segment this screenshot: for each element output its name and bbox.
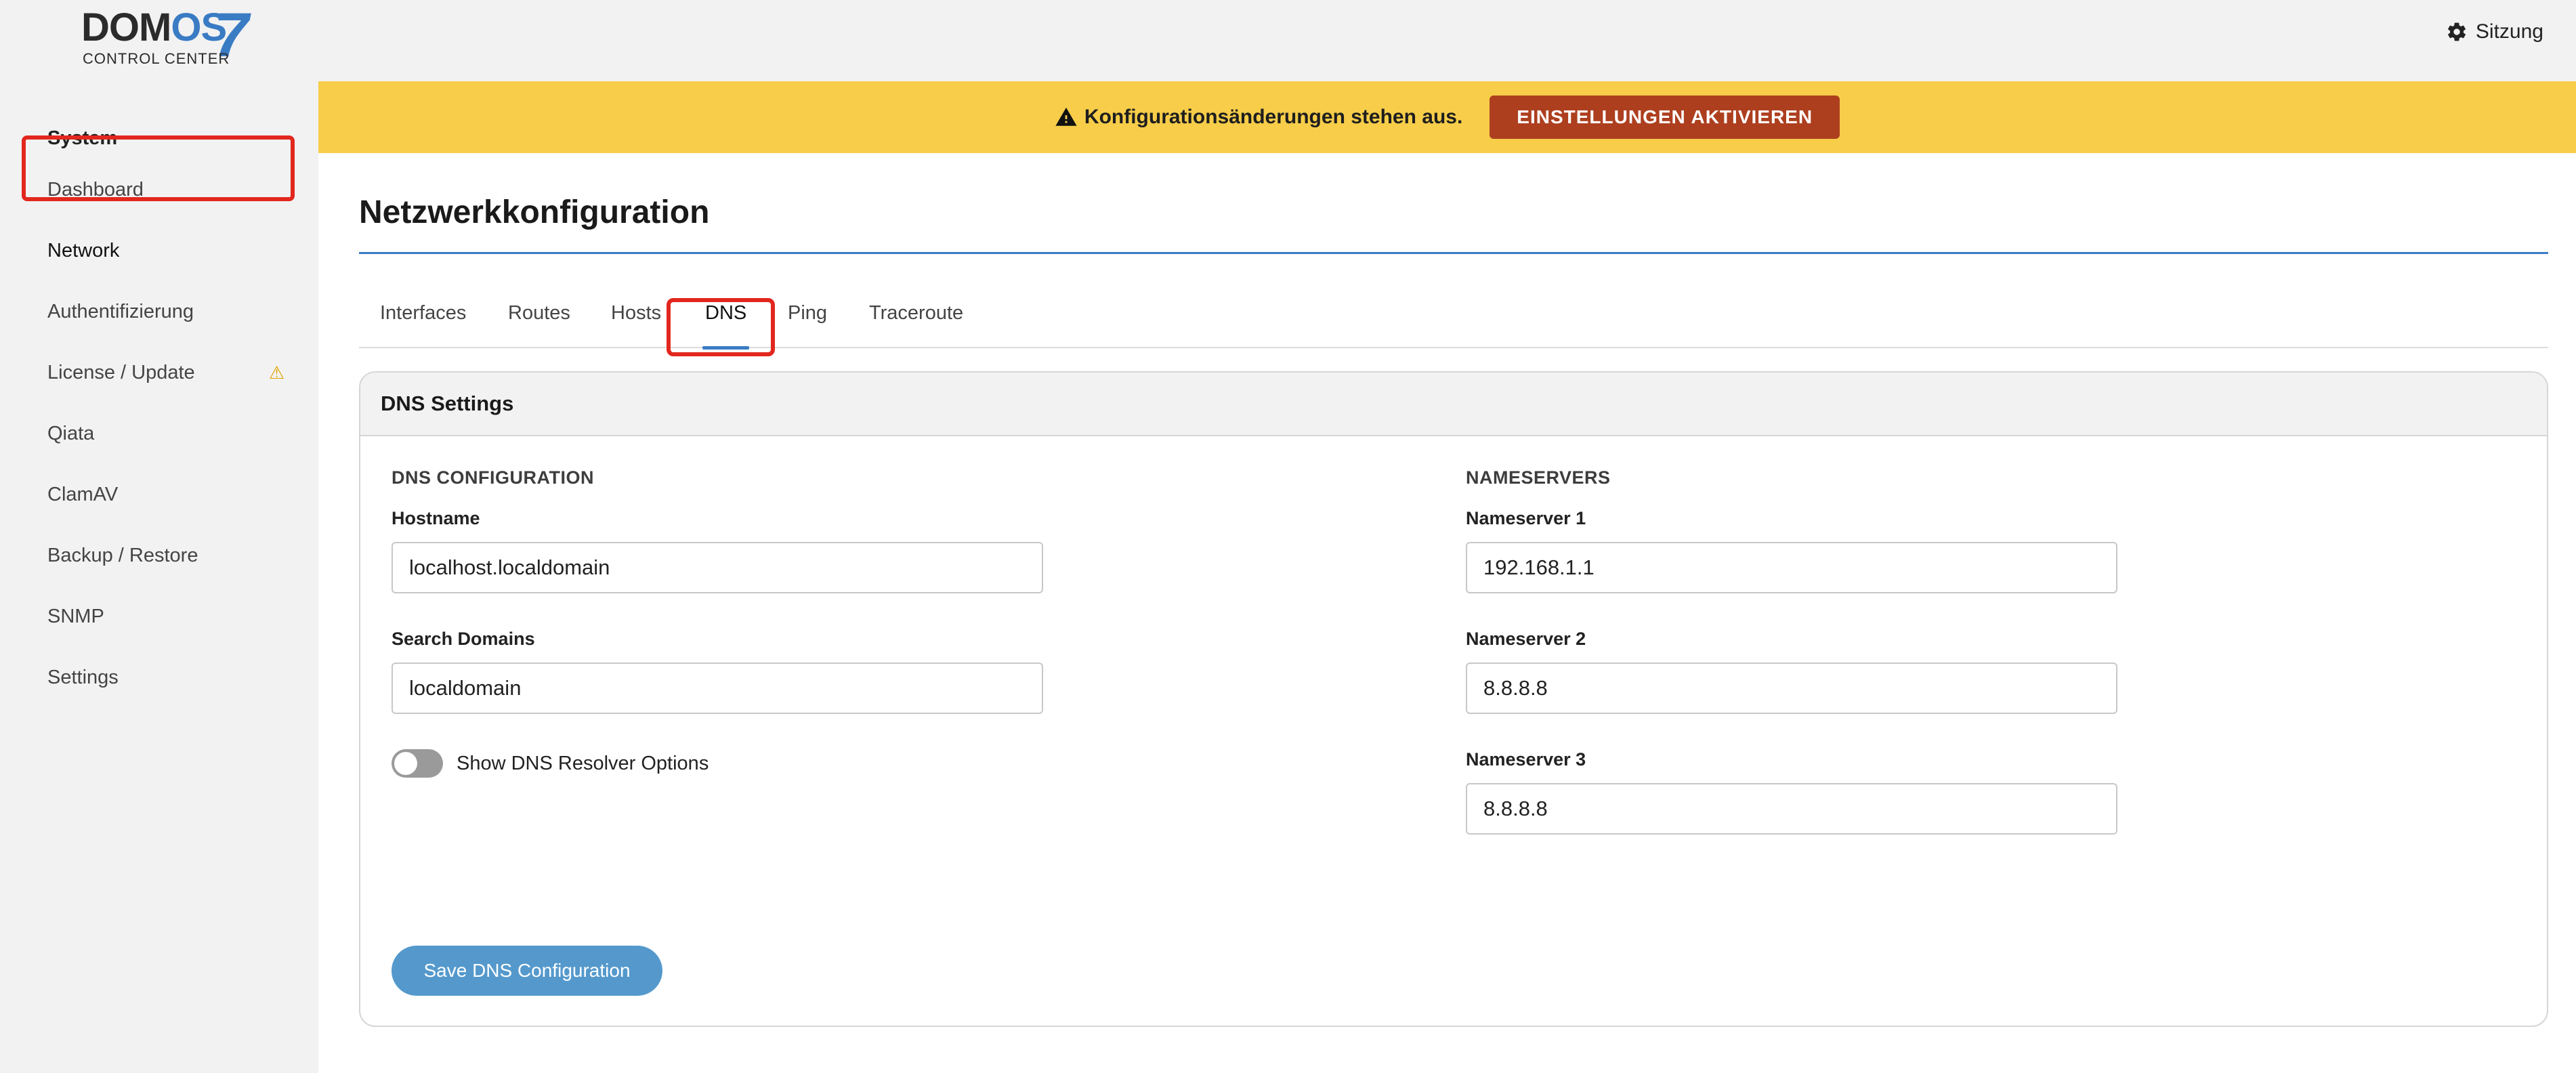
- sidebar-item-license-update[interactable]: License / Update ⚠: [47, 352, 298, 393]
- sidebar-item-clamav[interactable]: ClamAV: [47, 474, 298, 515]
- logo-subtitle: CONTROL CENTER: [83, 50, 230, 67]
- dns-settings-card: DNS Settings DNS CONFIGURATION Hostname …: [359, 371, 2548, 1027]
- sidebar-item-label: License / Update: [47, 361, 195, 383]
- network-tabs: Interfaces Routes Hosts DNS Ping Tracero…: [359, 289, 2548, 350]
- tab-dns[interactable]: DNS: [702, 302, 750, 350]
- sidebar-item-snmp[interactable]: SNMP: [47, 596, 298, 637]
- nameserver-1-input[interactable]: [1466, 542, 2117, 593]
- activate-settings-button[interactable]: EINSTELLUNGEN AKTIVIEREN: [1490, 96, 1840, 139]
- tab-traceroute[interactable]: Traceroute: [869, 302, 963, 348]
- sidebar: System Dashboard Network Authentifizieru…: [0, 81, 318, 1073]
- sidebar-item-label: Dashboard: [47, 178, 144, 201]
- session-label: Sitzung: [2475, 20, 2543, 43]
- sidebar-item-label: SNMP: [47, 605, 104, 627]
- tab-hosts[interactable]: Hosts: [611, 302, 661, 348]
- nameserver-2-input[interactable]: [1466, 662, 2117, 714]
- sidebar-item-label: Settings: [47, 666, 119, 688]
- dns-resolver-toggle[interactable]: [392, 749, 443, 778]
- tab-routes[interactable]: Routes: [508, 302, 570, 348]
- sidebar-item-label: ClamAV: [47, 483, 119, 505]
- sidebar-item-label: Authentifizierung: [47, 300, 194, 322]
- toggle-knob: [394, 752, 417, 775]
- search-domains-input[interactable]: [392, 662, 1043, 714]
- sidebar-item-label: Network: [47, 239, 120, 261]
- logo-wordmark: DOMOS: [81, 5, 227, 49]
- nameserver-2-label: Nameserver 2: [1466, 629, 1586, 649]
- domos-logo: DOMOS 7 CONTROL CENTER: [81, 4, 257, 67]
- sidebar-heading: System: [47, 127, 118, 149]
- banner-message: Konfigurationsänderungen stehen aus.: [1055, 106, 1462, 129]
- warning-icon: [1055, 107, 1077, 126]
- tab-ping[interactable]: Ping: [788, 302, 827, 348]
- sidebar-item-backup-restore[interactable]: Backup / Restore: [47, 535, 298, 576]
- sidebar-item-dashboard[interactable]: Dashboard: [47, 169, 298, 210]
- pending-changes-banner: Konfigurationsänderungen stehen aus. EIN…: [318, 81, 2576, 153]
- sidebar-item-label: Backup / Restore: [47, 544, 198, 566]
- nameserver-1-label: Nameserver 1: [1466, 508, 1586, 528]
- dns-configuration-heading: DNS CONFIGURATION: [392, 467, 594, 488]
- nameservers-heading: NAMESERVERS: [1466, 467, 1611, 488]
- tab-interfaces[interactable]: Interfaces: [380, 302, 466, 348]
- hostname-input[interactable]: [392, 542, 1043, 593]
- nameserver-3-input[interactable]: [1466, 783, 2117, 835]
- sidebar-item-settings[interactable]: Settings: [47, 657, 298, 698]
- gear-icon: [2447, 22, 2466, 41]
- dns-resolver-toggle-row[interactable]: Show DNS Resolver Options: [392, 749, 709, 778]
- card-title: DNS Settings: [360, 373, 2547, 436]
- save-dns-configuration-button[interactable]: Save DNS Configuration: [392, 946, 662, 996]
- warning-icon: ⚠: [268, 362, 284, 383]
- search-domains-label: Search Domains: [392, 629, 535, 649]
- nameserver-3-label: Nameserver 3: [1466, 749, 1586, 770]
- hostname-label: Hostname: [392, 508, 480, 528]
- sidebar-item-network[interactable]: Network: [47, 230, 298, 271]
- banner-text: Konfigurationsänderungen stehen aus.: [1084, 106, 1463, 128]
- title-divider: [359, 252, 2548, 254]
- session-menu[interactable]: Sitzung: [2446, 20, 2543, 43]
- sidebar-item-authentifizierung[interactable]: Authentifizierung: [47, 291, 298, 332]
- main-content: Netzwerkkonfiguration Interfaces Routes …: [318, 153, 2576, 1073]
- dns-resolver-toggle-label: Show DNS Resolver Options: [457, 752, 709, 774]
- sidebar-item-label: Qiata: [47, 422, 95, 444]
- page-title: Netzwerkkonfiguration: [359, 194, 710, 230]
- sidebar-item-qiata[interactable]: Qiata: [47, 413, 298, 454]
